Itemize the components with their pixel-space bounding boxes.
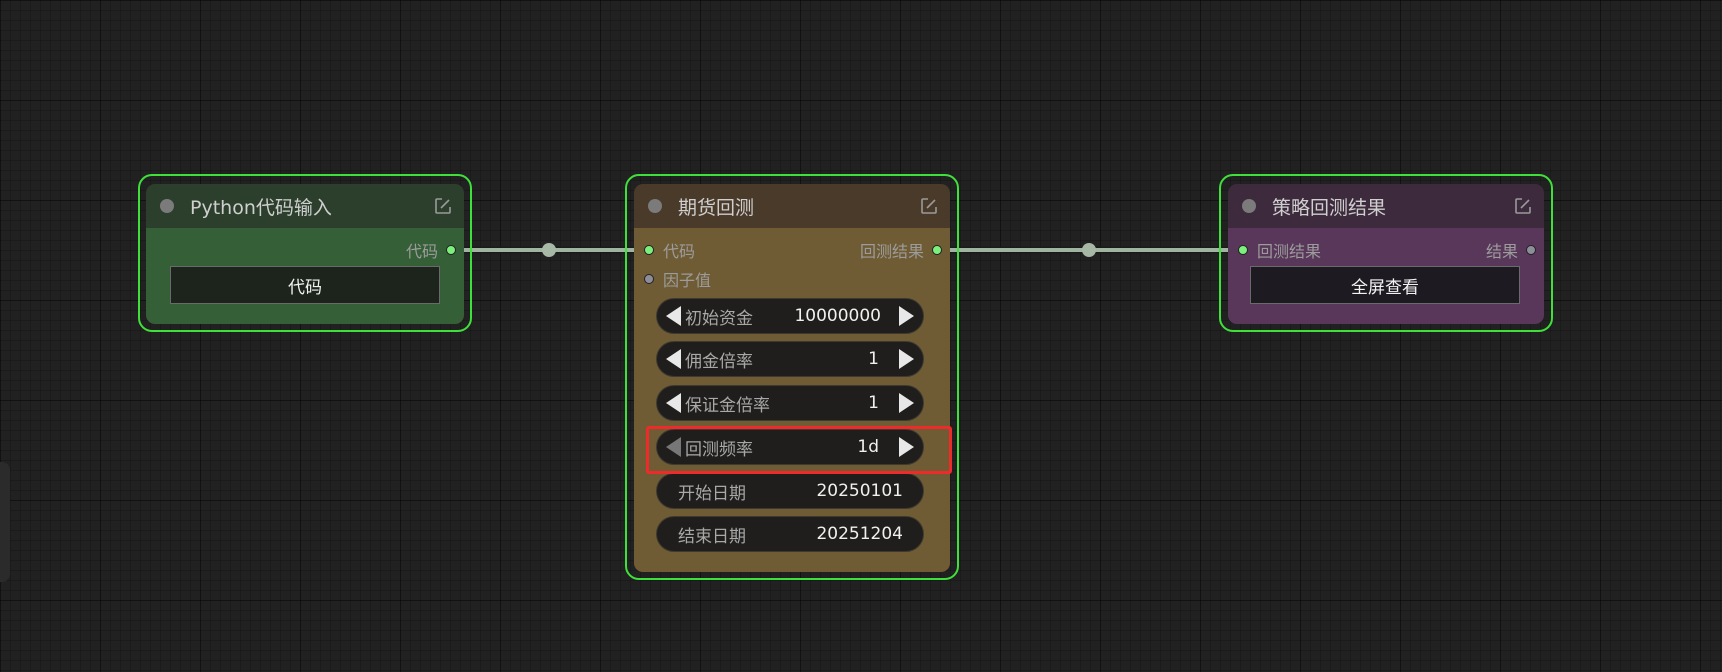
node-status-dot-icon[interactable]	[160, 199, 174, 213]
slot-connector-icon[interactable]	[1238, 245, 1248, 255]
decrement-arrow-icon[interactable]	[666, 349, 681, 369]
commission-multiplier-widget[interactable]: 佣金倍率 1	[656, 341, 924, 377]
start-date-widget[interactable]: 开始日期 20250101	[656, 473, 924, 509]
slot-label: 回测结果	[859, 242, 924, 261]
node-status-dot-icon[interactable]	[1242, 199, 1256, 213]
link-midpoint-code[interactable]	[542, 243, 556, 257]
slot-label: 代码	[663, 242, 696, 261]
slot-connector-icon[interactable]	[644, 274, 654, 284]
input-slot-code[interactable]: 代码	[644, 240, 696, 261]
frequency-highlight-box	[646, 426, 952, 474]
output-slot-result[interactable]: 结果	[1485, 240, 1536, 261]
widget-value[interactable]: 20251204	[816, 524, 903, 544]
widget-label: 结束日期	[678, 526, 746, 547]
edit-icon[interactable]	[920, 197, 938, 215]
slot-label: 回测结果	[1257, 242, 1322, 261]
input-slot-result[interactable]: 回测结果	[1238, 240, 1322, 261]
margin-multiplier-widget[interactable]: 保证金倍率 1	[656, 385, 924, 421]
initial-capital-widget[interactable]: 初始资金 10000000	[656, 298, 924, 334]
slot-connector-icon[interactable]	[644, 245, 654, 255]
output-slot-result[interactable]: 回测结果	[859, 240, 942, 261]
increment-arrow-icon[interactable]	[899, 393, 914, 413]
strategy-result-node[interactable]: 策略回测结果 回测结果 结果 全屏查看	[1228, 184, 1544, 324]
node-header[interactable]: Python代码输入	[146, 184, 464, 228]
node-status-dot-icon[interactable]	[648, 199, 662, 213]
widget-value[interactable]: 10000000	[794, 306, 881, 326]
link-midpoint-result[interactable]	[1082, 243, 1096, 257]
fullscreen-view-button[interactable]: 全屏查看	[1250, 266, 1520, 304]
increment-arrow-icon[interactable]	[899, 349, 914, 369]
slot-label: 代码	[405, 242, 438, 261]
widget-label: 保证金倍率	[685, 395, 770, 416]
futures-backtest-node[interactable]: 期货回测 代码 回测结果 因子值 初始资金 10000000 佣金倍率 1 保证…	[634, 184, 950, 572]
node-title: 期货回测	[678, 196, 755, 219]
widget-label: 佣金倍率	[685, 351, 753, 372]
graph-canvas[interactable]: Python代码输入 代码 代码 期货回测 代码 回测结果 因子值 初始资金 1…	[0, 0, 1722, 672]
node-header[interactable]: 策略回测结果	[1228, 184, 1544, 228]
slot-connector-icon[interactable]	[446, 245, 456, 255]
decrement-arrow-icon[interactable]	[666, 393, 681, 413]
python-input-node[interactable]: Python代码输入 代码 代码	[146, 184, 464, 324]
node-title: 策略回测结果	[1272, 196, 1387, 219]
increment-arrow-icon[interactable]	[899, 306, 914, 326]
slot-label: 结果	[1485, 242, 1518, 261]
slot-connector-icon[interactable]	[932, 245, 942, 255]
slot-label: 因子值	[663, 271, 712, 290]
widget-value[interactable]: 1	[868, 349, 879, 369]
widget-value[interactable]: 1	[868, 393, 879, 413]
node-header[interactable]: 期货回测	[634, 184, 950, 228]
widget-label: 开始日期	[678, 483, 746, 504]
edit-icon[interactable]	[434, 197, 452, 215]
slot-connector-icon[interactable]	[1526, 245, 1536, 255]
end-date-widget[interactable]: 结束日期 20251204	[656, 516, 924, 552]
widget-label: 初始资金	[685, 308, 753, 329]
decrement-arrow-icon[interactable]	[666, 306, 681, 326]
widget-value[interactable]: 20250101	[816, 481, 903, 501]
node-title: Python代码输入	[190, 196, 332, 219]
output-slot-code[interactable]: 代码	[405, 240, 456, 261]
code-button[interactable]: 代码	[170, 266, 440, 304]
edit-icon[interactable]	[1514, 197, 1532, 215]
input-slot-factor[interactable]: 因子值	[644, 269, 712, 290]
